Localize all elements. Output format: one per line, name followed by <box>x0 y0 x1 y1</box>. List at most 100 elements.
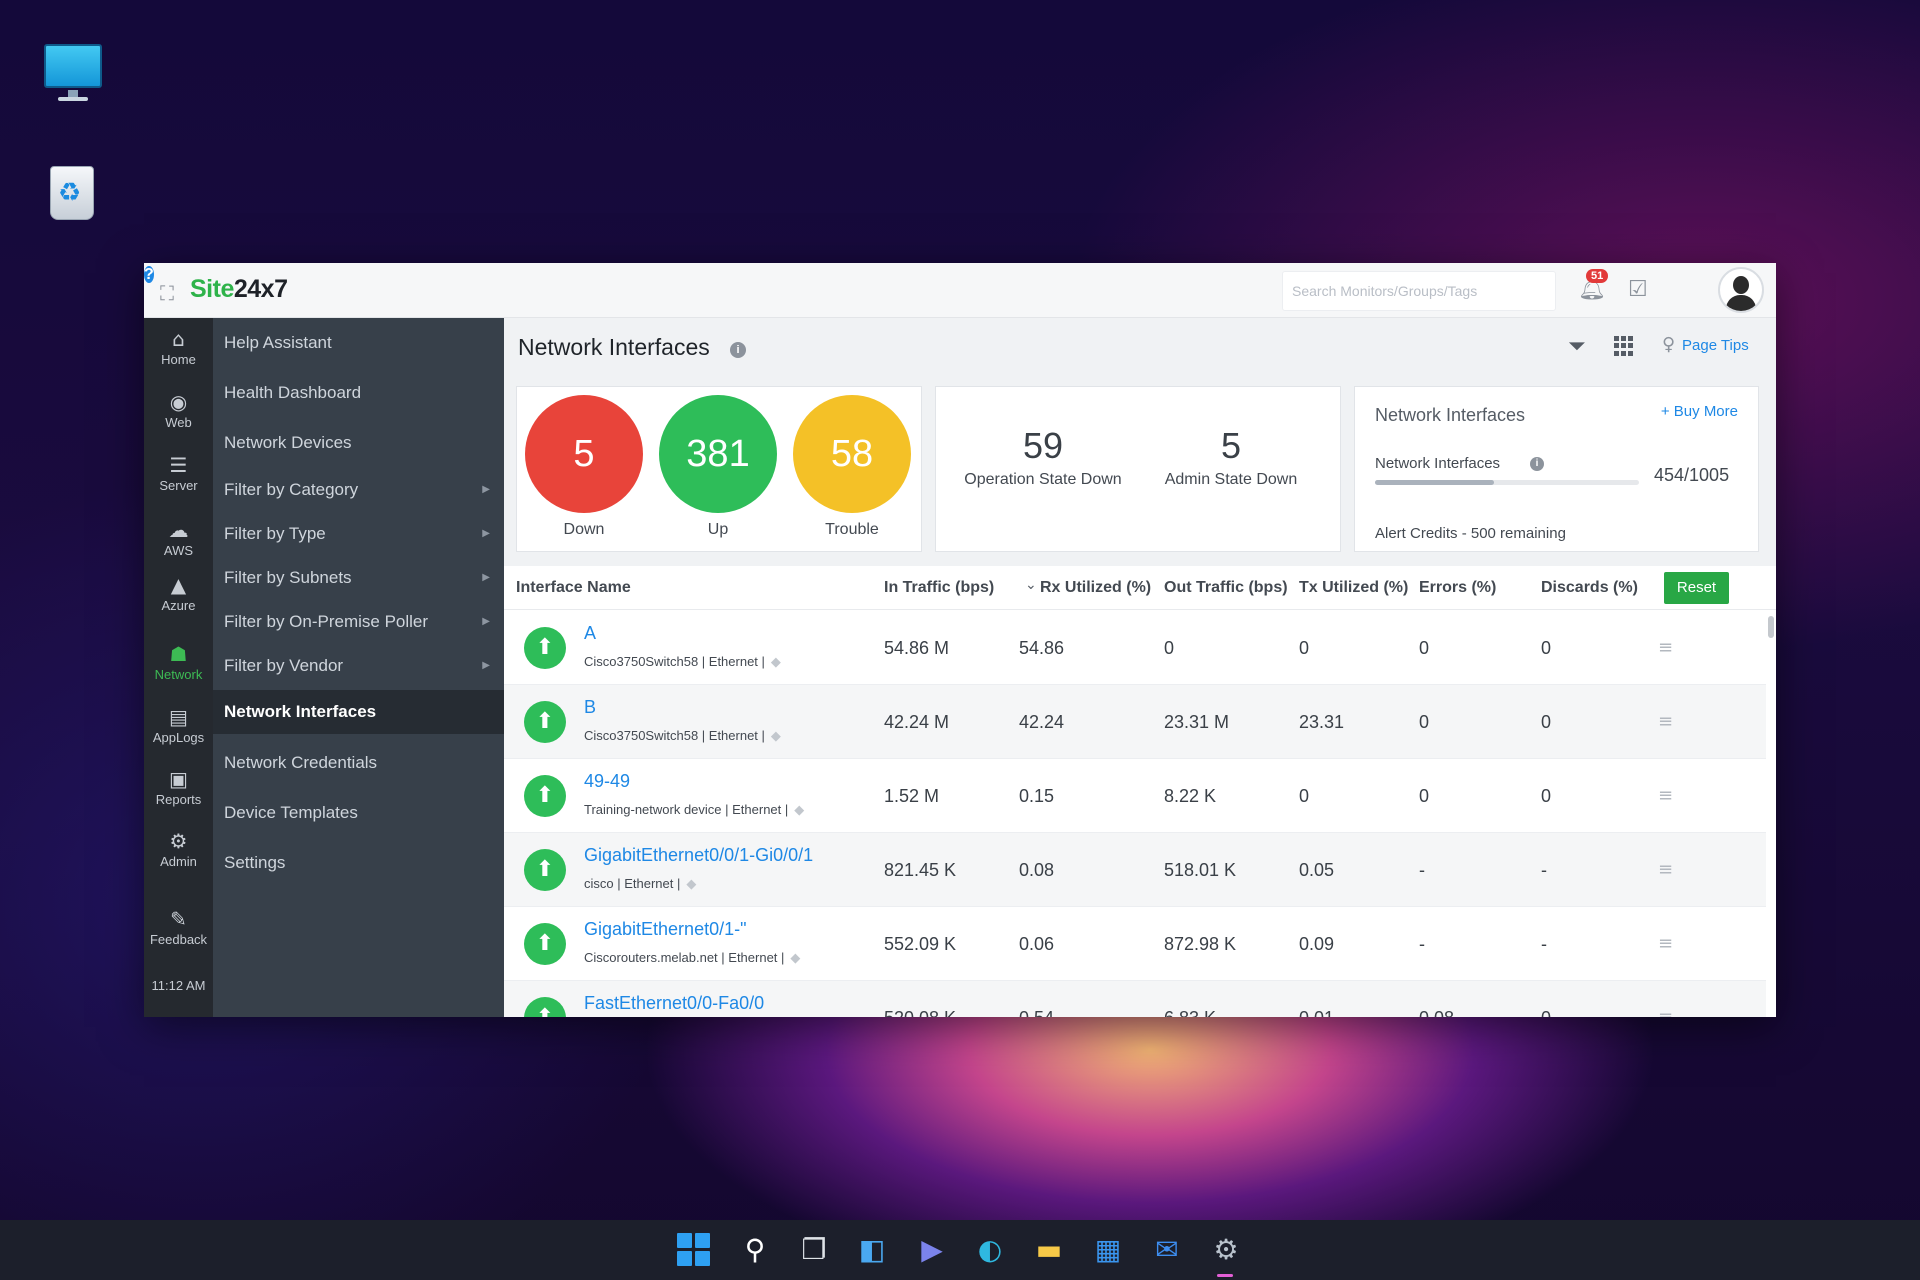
grid-view-icon[interactable] <box>1614 336 1634 356</box>
start-icon[interactable] <box>676 1232 712 1268</box>
rail-item-server[interactable]: ☰ Server <box>144 454 213 493</box>
nav-item-device-templates[interactable]: Device Templates <box>213 791 504 835</box>
filter-icon[interactable]: ⏷ <box>1568 334 1586 359</box>
interface-name-link[interactable]: A <box>584 623 596 644</box>
interfaces-table: Interface Name In Traffic (bps) ⌄ Rx Uti… <box>504 566 1776 1017</box>
header-in-traffic[interactable]: In Traffic (bps) <box>884 579 994 597</box>
rail-item-network[interactable]: ☗ Network <box>144 643 213 682</box>
row-menu-icon[interactable]: ≡ <box>1658 859 1673 880</box>
tag-icon[interactable]: ◆ <box>686 877 696 892</box>
rail-item-applogs[interactable]: ▤ AppLogs <box>144 706 213 745</box>
header-rx-utilized[interactable]: Rx Utilized (%) <box>1040 579 1151 597</box>
rail-item-web[interactable]: ◉ Web <box>144 391 213 430</box>
rail-item-label: Feedback <box>149 932 208 947</box>
nav-item-filter-by-type[interactable]: Filter by Type ▶ <box>213 512 504 556</box>
settings-icon[interactable]: ⚙ <box>1208 1232 1244 1268</box>
search-icon[interactable]: ⚲ <box>737 1232 773 1268</box>
rail-item-home[interactable]: ⌂ Home <box>144 328 213 367</box>
table-row[interactable]: ⬆ GigabitEthernet0/0/1-Gi0/0/1 cisco | Eth… <box>504 833 1766 907</box>
tag-icon[interactable]: ◆ <box>771 729 781 744</box>
interface-meta: Ciscorouters.melab.net | Ethernet | ◆ <box>584 950 800 966</box>
search-input[interactable] <box>1282 271 1556 311</box>
interface-name-link[interactable]: GigabitEthernet0/0/1-Gi0/0/1 <box>584 845 813 866</box>
edge-icon[interactable]: ◐ <box>972 1232 1008 1268</box>
recycle-bin-desktop-icon[interactable]: ♻ <box>40 158 106 224</box>
header-interface-name[interactable]: Interface Name <box>516 579 631 597</box>
cell-tx: 0.09 <box>1299 934 1335 954</box>
header-discards[interactable]: Discards (%) <box>1541 579 1638 597</box>
header-out-traffic[interactable]: Out Traffic (bps) <box>1164 579 1288 597</box>
interface-meta-text: Training-network device | Ethernet | <box>584 802 789 817</box>
tag-icon[interactable]: ◆ <box>771 655 781 670</box>
down-count-circle[interactable]: 5 <box>525 395 643 513</box>
interface-meta: Cisco3750Switch58 | Ethernet | ◆ <box>584 654 781 670</box>
nav-item-filter-by-subnets[interactable]: Filter by Subnets ▶ <box>213 556 504 600</box>
header-errors[interactable]: Errors (%) <box>1419 579 1496 597</box>
table-row[interactable]: ⬆ FastEthernet0/0-Fa0/0 520.08 K 0.54 6.83 K… <box>504 981 1766 1017</box>
interface-name-link[interactable]: FastEthernet0/0-Fa0/0 <box>584 993 764 1014</box>
interface-name-link[interactable]: GigabitEthernet0/1-" <box>584 919 746 940</box>
nav-item-filter-by-category[interactable]: Filter by Category ▶ <box>213 468 504 512</box>
nav-item-health-dashboard[interactable]: Health Dashboard <box>213 371 504 415</box>
table-row[interactable]: ⬆ 49-49 Training-network device | Ethernet… <box>504 759 1766 833</box>
store-icon[interactable]: ▦ <box>1090 1232 1126 1268</box>
expand-icon[interactable]: ⛶ <box>160 281 174 305</box>
file-explorer-icon[interactable]: ▬ <box>1031 1232 1067 1268</box>
this-pc-desktop-icon[interactable] <box>40 40 106 106</box>
buy-more-link[interactable]: + Buy More <box>1661 403 1738 420</box>
rail-item-azure[interactable]: ▲ Azure <box>144 574 213 613</box>
status-up-icon: ⬆ <box>524 849 566 891</box>
up-count-circle[interactable]: 381 <box>659 395 777 513</box>
nav-item-label: Filter by Vendor <box>224 656 344 675</box>
status-up-icon: ⬆ <box>524 923 566 965</box>
chat-icon[interactable]: ▶ <box>914 1232 950 1268</box>
chevron-right-icon: ▶ <box>482 616 490 627</box>
interface-name-link[interactable]: B <box>584 697 596 718</box>
globe-icon: ◉ <box>169 390 188 414</box>
header-tx-utilized[interactable]: Tx Utilized (%) <box>1299 579 1408 597</box>
row-menu-icon[interactable]: ≡ <box>1658 1007 1673 1017</box>
page-title: Network Interfaces <box>518 334 710 360</box>
cell-discards: 0 <box>1541 712 1552 732</box>
table-row[interactable]: ⬆ B Cisco3750Switch58 | Ethernet | ◆ 42.24 M… <box>504 685 1766 759</box>
alert-credits-text: Alert Credits - 500 remaining <box>1375 525 1566 542</box>
tag-icon[interactable]: ◆ <box>790 951 800 966</box>
avatar[interactable] <box>1718 267 1764 313</box>
info-icon[interactable]: i <box>1530 457 1544 471</box>
table-row[interactable]: ⬆ GigabitEthernet0/1-" Ciscorouters.melab.… <box>504 907 1766 981</box>
row-menu-icon[interactable]: ≡ <box>1658 637 1673 658</box>
table-scrollbar[interactable] <box>1768 616 1774 638</box>
row-menu-icon[interactable]: ≡ <box>1658 711 1673 732</box>
lightbulb-icon[interactable]: ♀ <box>1662 334 1675 355</box>
checklist-icon[interactable]: ☑ <box>1628 277 1648 302</box>
reset-button[interactable]: Reset <box>1664 572 1729 604</box>
admin-state-down-count[interactable]: 5 <box>1136 425 1326 467</box>
page-tips-link[interactable]: Page Tips <box>1682 337 1749 354</box>
nav-item-network-devices[interactable]: Network Devices <box>213 421 504 465</box>
interface-name-link[interactable]: 49-49 <box>584 771 630 792</box>
task-view-icon[interactable]: ❐ <box>796 1232 832 1268</box>
mail-icon[interactable]: ✉ <box>1149 1232 1185 1268</box>
site24x7-logo[interactable]: Site24x7 <box>190 275 288 304</box>
rail-item-feedback[interactable]: ✎ Feedback <box>144 908 213 947</box>
row-menu-icon[interactable]: ≡ <box>1658 785 1673 806</box>
nav-item-filter-by-on-premise-poller[interactable]: Filter by On-Premise Poller ▶ <box>213 600 504 644</box>
tag-icon[interactable]: ◆ <box>794 803 804 818</box>
nav-item-network-credentials[interactable]: Network Credentials <box>213 741 504 785</box>
sort-desc-icon[interactable]: ⌄ <box>1025 577 1037 593</box>
table-row[interactable]: ⬆ A Cisco3750Switch58 | Ethernet | ◆ 54.86 M… <box>504 611 1766 685</box>
rail-item-aws[interactable]: ☁ AWS <box>144 519 213 558</box>
nav-item-settings[interactable]: Settings <box>213 841 504 885</box>
info-icon[interactable]: i <box>730 342 746 358</box>
nav-item-network-interfaces[interactable]: Network Interfaces <box>213 690 504 734</box>
rail-item-reports[interactable]: ▣ Reports <box>144 768 213 807</box>
nav-item-help-assistant[interactable]: Help Assistant <box>213 321 504 365</box>
chevron-right-icon: ▶ <box>482 660 490 671</box>
widgets-icon[interactable]: ◧ <box>854 1232 890 1268</box>
trouble-count-circle[interactable]: 58 <box>793 395 911 513</box>
row-menu-icon[interactable]: ≡ <box>1658 933 1673 954</box>
nav-item-filter-by-vendor[interactable]: Filter by Vendor ▶ <box>213 644 504 688</box>
help-icon[interactable]: ? <box>144 266 154 283</box>
operation-state-down-count[interactable]: 59 <box>948 425 1138 467</box>
rail-item-admin[interactable]: ⚙ Admin <box>144 830 213 869</box>
